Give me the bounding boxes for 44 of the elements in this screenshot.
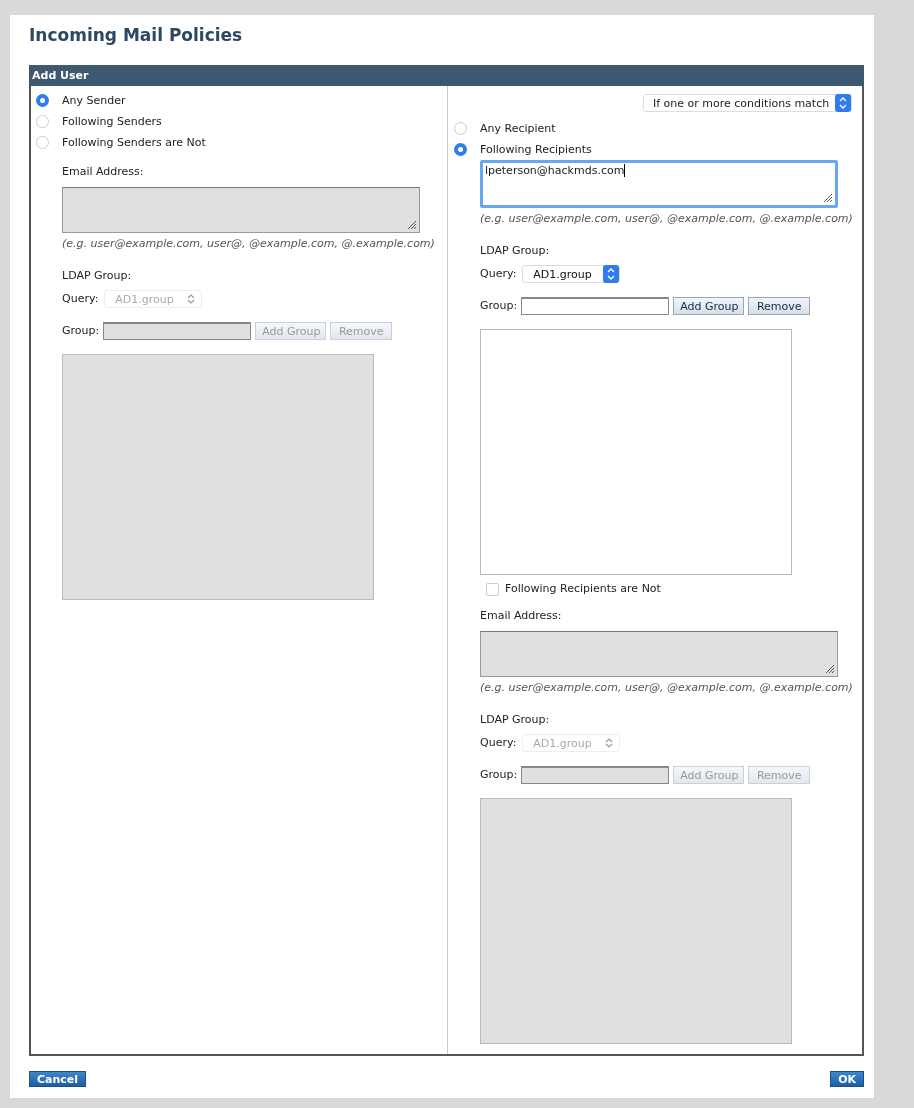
ok-button[interactable]: OK bbox=[830, 1071, 864, 1087]
field-label: Email Address: bbox=[62, 164, 145, 180]
resize-grip-icon bbox=[823, 193, 833, 203]
email-address-field[interactable]: lpeterson@hackmds.com bbox=[480, 160, 838, 208]
section-label: LDAP Group: bbox=[480, 712, 551, 728]
example-hint: (e.g. user@example.com, user@, @example.com, @.example.com) bbox=[480, 211, 854, 227]
option-label: Any Recipient bbox=[480, 122, 556, 135]
add-group-button[interactable]: Add Group bbox=[673, 297, 745, 315]
radio-button[interactable] bbox=[454, 143, 467, 156]
option-label: Following Senders are Not bbox=[62, 136, 206, 149]
stepper-icon bbox=[603, 265, 620, 283]
field-label: Query: bbox=[62, 291, 99, 307]
option-label: Following Senders bbox=[62, 115, 162, 128]
stepper-icon bbox=[605, 737, 614, 749]
radio-button[interactable] bbox=[36, 136, 49, 149]
stepper-icon bbox=[187, 293, 196, 305]
checkbox-label: Following Recipients are Not bbox=[505, 581, 661, 597]
remove-button[interactable]: Remove bbox=[748, 297, 811, 315]
radio-button[interactable] bbox=[36, 115, 49, 128]
field-label: Group: bbox=[62, 323, 100, 339]
cancel-button[interactable]: Cancel bbox=[29, 1071, 87, 1087]
example-hint: (e.g. user@example.com, user@, @example.com, @.example.com) bbox=[480, 680, 854, 696]
group-field[interactable] bbox=[521, 297, 670, 315]
option-label: Any Sender bbox=[62, 94, 126, 107]
radio-button[interactable] bbox=[36, 94, 49, 107]
field-label: Query: bbox=[480, 735, 517, 751]
group-field[interactable] bbox=[103, 322, 252, 340]
field-label: Query: bbox=[480, 266, 517, 282]
example-hint: (e.g. user@example.com, user@, @example.com, @.example.com) bbox=[62, 236, 436, 252]
query-select[interactable]: AD1.group bbox=[522, 265, 621, 283]
section-label: LDAP Group: bbox=[62, 268, 133, 284]
option-label: Following Recipients bbox=[480, 143, 592, 156]
page-title: Incoming Mail Policies bbox=[29, 27, 244, 43]
section-label: LDAP Group: bbox=[480, 243, 551, 259]
field-label: Group: bbox=[480, 767, 518, 783]
match-select[interactable]: If one or more conditions match bbox=[643, 94, 852, 112]
field-label: Group: bbox=[480, 298, 518, 314]
panel-header: Add User bbox=[29, 65, 864, 86]
resize-grip-icon bbox=[407, 220, 417, 230]
field-label: Email Address: bbox=[480, 608, 563, 624]
radio-button[interactable] bbox=[454, 122, 467, 135]
group-field[interactable] bbox=[521, 766, 670, 784]
resize-grip-icon bbox=[825, 664, 835, 674]
stepper-icon bbox=[835, 94, 851, 112]
